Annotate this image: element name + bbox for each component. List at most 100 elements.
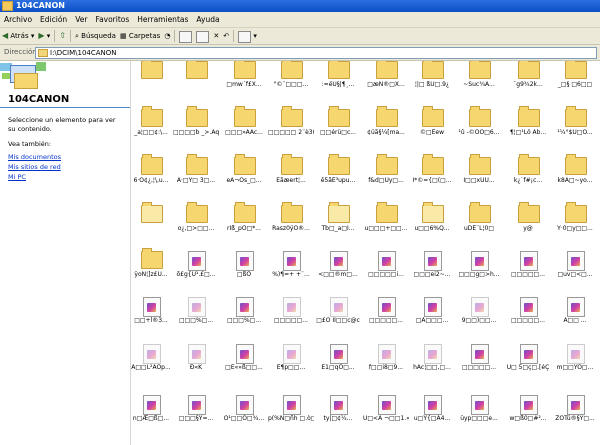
forward-button[interactable]: ▶ ▾ bbox=[36, 29, 52, 43]
folder-item[interactable]: □□□»ÂÃc... bbox=[221, 106, 267, 155]
undo-button[interactable]: ↶ bbox=[221, 29, 231, 43]
file-item[interactable]: 9□□)□□... bbox=[456, 297, 502, 343]
menu-ver[interactable]: Ver bbox=[71, 12, 91, 27]
folder-item[interactable] bbox=[173, 61, 219, 107]
up-folder-button[interactable]: ⇧ bbox=[57, 29, 68, 43]
folder-item[interactable]: □□érü□c... bbox=[315, 106, 361, 155]
link-mi-pc[interactable]: Mi PC bbox=[8, 173, 26, 181]
views-button[interactable]: ▾ bbox=[236, 29, 259, 43]
file-item[interactable]: w□ß0□#²... bbox=[505, 395, 551, 441]
file-item[interactable]: ZÖTú®§Y□... bbox=[552, 395, 598, 441]
folder-item[interactable]: □□□□b _>.Aq\ bbox=[173, 106, 219, 155]
file-item[interactable]: □Ê«»ß□□... bbox=[221, 344, 267, 390]
file-item[interactable]: Ð«K bbox=[173, 344, 219, 390]
file-item[interactable]: Ã□□L²ÂÖp... bbox=[131, 344, 174, 390]
history-button[interactable]: ◔ bbox=[162, 29, 172, 43]
folder-item[interactable]: Ì□□xÚÜ... bbox=[456, 154, 502, 203]
folder-item[interactable]: □□□□□ 2¨è30.ÝÜ□ bbox=[268, 106, 314, 155]
file-item[interactable]: f□□i8□9... bbox=[363, 344, 409, 390]
menu-favoritos[interactable]: Favoritos bbox=[91, 12, 133, 27]
menu-archivo[interactable]: Archivo bbox=[0, 12, 36, 27]
folder-item[interactable]: Rasz0ÿÖ®... bbox=[268, 202, 314, 251]
file-item[interactable]: □□□g□>h... bbox=[456, 251, 502, 297]
delete-button[interactable]: ✕ bbox=[211, 29, 221, 43]
back-button[interactable]: ◀ Atrás ▾ bbox=[0, 29, 36, 43]
folder-item[interactable]: Éãæert¦... bbox=[268, 154, 314, 203]
folder-item[interactable]: ê5ãË³upu... bbox=[315, 154, 361, 203]
file-item[interactable]: õ£g{Ü¹.£□... bbox=[173, 251, 219, 297]
folder-item[interactable]: Y·0□y□□... bbox=[552, 202, 598, 251]
folder-item[interactable]: ¹û -©ÖÕ□6... bbox=[456, 106, 502, 155]
folder-item[interactable]: ¢üã§¼[ma... bbox=[363, 106, 409, 155]
file-item[interactable]: □□□□□... bbox=[456, 344, 502, 390]
folder-item[interactable]: k8Â□~yo... bbox=[552, 154, 598, 203]
folder-item[interactable]: _a¦□□¢:\... bbox=[131, 106, 174, 155]
file-item[interactable]: hÀc¦□□,□... bbox=[409, 344, 455, 390]
file-item[interactable]: Ù□<À ¬□□1.« bbox=[363, 395, 409, 441]
menu-edicion[interactable]: Edición bbox=[36, 12, 71, 27]
menu-herramientas[interactable]: Herramientas bbox=[133, 12, 192, 27]
folder-item[interactable]: □mw´f£X... bbox=[221, 61, 267, 107]
folder-item[interactable]: :=ëÜ§|¶¸... bbox=[315, 61, 361, 107]
file-item[interactable]: □□□□□... bbox=[363, 297, 409, 343]
folder-item[interactable]: o¿,□>□□... bbox=[173, 202, 219, 251]
address-field[interactable]: I:\DCIM\104CANON bbox=[35, 47, 597, 59]
move-to-button[interactable] bbox=[177, 29, 194, 43]
folder-item[interactable]: rÌß_pO□*... bbox=[221, 202, 267, 251]
folder-item[interactable]: y@ bbox=[505, 202, 551, 251]
folder-item[interactable]: ¦|□ ßU□.9¿ bbox=[409, 61, 455, 107]
folder-item[interactable]: ¶¦□¹Lö Ab... bbox=[505, 106, 551, 155]
file-item[interactable]: n□Æ□ß□... bbox=[131, 395, 174, 441]
folder-item[interactable]: f&d□Ûy□... bbox=[363, 154, 409, 203]
file-item[interactable]: □□□□□... bbox=[505, 251, 551, 297]
folder-item[interactable] bbox=[131, 61, 174, 107]
file-item[interactable]: üyp□□□e... bbox=[456, 395, 502, 441]
link-mis-sitios-de-red[interactable]: Mis sitios de red bbox=[8, 163, 61, 171]
file-item[interactable]: □□□ei2~... bbox=[409, 251, 455, 297]
file-item[interactable]: □□□□□i... bbox=[363, 251, 409, 297]
file-item[interactable]: m□□YÕ□... bbox=[552, 344, 598, 390]
link-mis-documentos[interactable]: Mis documentos bbox=[8, 153, 61, 161]
file-item[interactable]: □uv□<□... bbox=[552, 251, 598, 297]
folder-item[interactable]: u□□□+□□... bbox=[363, 202, 409, 251]
file-item[interactable]: Ë¶p□□... bbox=[268, 344, 314, 390]
file-item[interactable]: Á□□ ... bbox=[552, 297, 598, 343]
folder-item[interactable] bbox=[131, 202, 174, 251]
folder-item[interactable]: uDË¨L¦0□ bbox=[456, 202, 502, 251]
folder-item[interactable]: ¹¼°$U□Ö... bbox=[552, 106, 598, 155]
file-item[interactable]: □□□□□... bbox=[268, 297, 314, 343]
folder-item[interactable]: Ì*©={□(□... bbox=[409, 154, 455, 203]
folder-item[interactable]: _□§ □6□□ bbox=[552, 61, 598, 107]
file-item[interactable]: □□□§Ÿ=... bbox=[173, 395, 219, 441]
folder-item[interactable]: ~Suc¾Ã... bbox=[456, 61, 502, 107]
file-item[interactable]: Ú□ 5□ç□.[éÇ bbox=[505, 344, 551, 390]
file-item[interactable]: □£Ö ÍÍ□□c@c bbox=[315, 297, 361, 343]
folder-item[interactable]: eÃ¬Ós_□... bbox=[221, 154, 267, 203]
folder-item[interactable]: ÿoÑ¦]z£Ú... bbox=[131, 248, 174, 297]
folder-item[interactable]: ©□Ëew bbox=[409, 106, 455, 155]
file-item[interactable]: È1□qÔ□... bbox=[315, 344, 361, 390]
folder-item[interactable]: □æÑ®□X... bbox=[363, 61, 409, 107]
folders-button[interactable]: ▦ Carpetas bbox=[118, 29, 162, 43]
folder-item[interactable]: Á·□Ý□ 3□... bbox=[173, 154, 219, 203]
file-item[interactable]: □□+l®3... bbox=[131, 297, 174, 343]
file-item[interactable]: □ßÒ bbox=[221, 251, 267, 297]
file-item[interactable]: <□□®m□... bbox=[315, 251, 361, 297]
folder-item[interactable]: Tb□_a□I... bbox=[315, 202, 361, 251]
file-item[interactable]: Ó¹□□Ö□¾... bbox=[221, 395, 267, 441]
file-item[interactable]: p(%Ñ□ñh □.ò□□ bbox=[268, 395, 314, 441]
search-button[interactable]: ⌕ Búsqueda bbox=[73, 29, 118, 43]
menu-ayuda[interactable]: Ayuda bbox=[192, 12, 223, 27]
folder-item[interactable]: u□□6%Q... bbox=[409, 202, 455, 251]
file-item[interactable]: u□Ÿ{□Ã4... bbox=[409, 395, 455, 441]
file-item[interactable]: □□□%□... bbox=[221, 297, 267, 343]
folder-item[interactable]: k¿`f#¡c... bbox=[505, 154, 551, 203]
folder-item[interactable]: "©¨□□□... bbox=[268, 61, 314, 107]
copy-to-button[interactable] bbox=[194, 29, 211, 43]
file-item[interactable]: ty|□¢¼... bbox=[315, 395, 361, 441]
folder-item[interactable]: 6·Ö¢¿,¦\,u... bbox=[131, 154, 174, 203]
file-item[interactable]: %)¶=+ +¨... bbox=[268, 251, 314, 297]
file-item[interactable]: □□□%□... bbox=[173, 297, 219, 343]
folder-item[interactable]: ¯g9¾2k... bbox=[505, 61, 551, 107]
file-item[interactable]: □□□□□... bbox=[505, 297, 551, 343]
